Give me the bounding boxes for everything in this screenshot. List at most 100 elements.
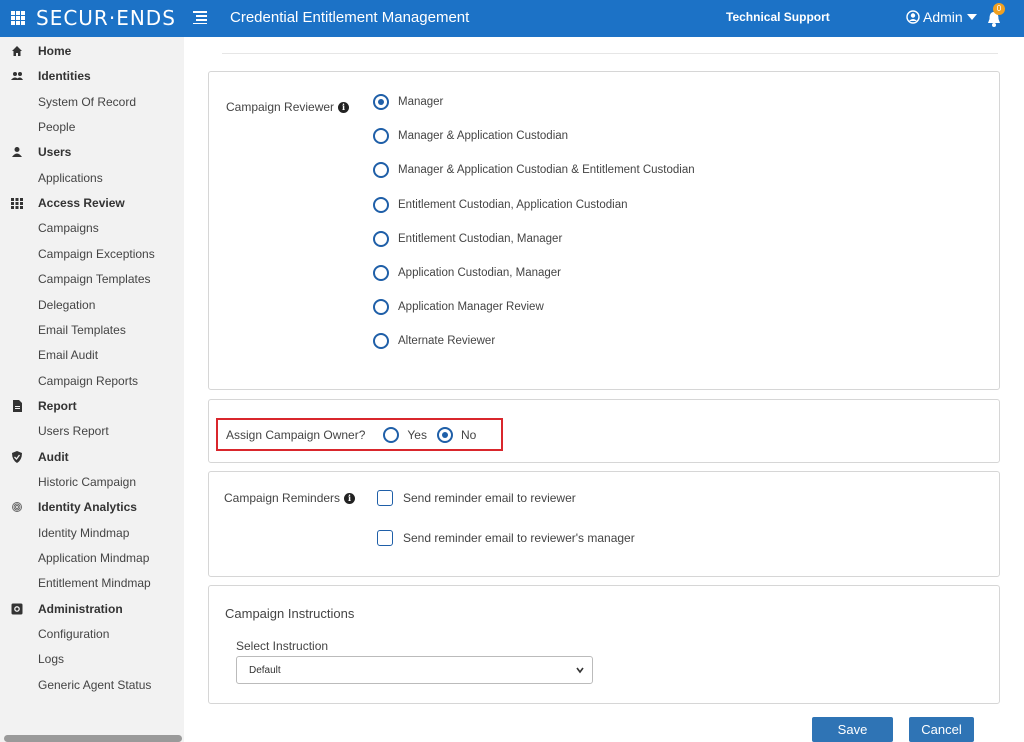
sidebar-item-label: Identity Mindmap bbox=[38, 525, 130, 540]
reminder-manager-option[interactable]: Send reminder email to reviewer's manage… bbox=[377, 530, 635, 546]
sidebar-item-report[interactable]: Report bbox=[0, 395, 184, 417]
reminder-manager-checkbox[interactable] bbox=[377, 530, 393, 546]
reviewer-option-label: Entitlement Custodian, Manager bbox=[398, 232, 563, 245]
reviewer-option[interactable]: Entitlement Custodian, Application Custo… bbox=[373, 196, 628, 213]
reviewer-radio[interactable] bbox=[373, 265, 389, 281]
owner-yes-label: Yes bbox=[407, 428, 427, 442]
sidebar-item-campaign-templates[interactable]: Campaign Templates bbox=[0, 268, 184, 290]
sidebar-item-label: Administration bbox=[38, 601, 123, 616]
menu-toggle-icon[interactable] bbox=[193, 10, 207, 24]
instruction-select[interactable]: Default bbox=[236, 656, 593, 684]
reviewer-option-label: Application Custodian, Manager bbox=[398, 267, 562, 279]
sidebar-item-label: Applications bbox=[38, 170, 103, 185]
reminder-reviewer-option[interactable]: Send reminder email to reviewer bbox=[377, 490, 576, 506]
owner-yes-radio[interactable] bbox=[383, 427, 400, 443]
assign-owner-label: Assign Campaign Owner? bbox=[226, 428, 366, 442]
sidebar-item-label: Email Audit bbox=[38, 348, 99, 363]
sidebar-item-application-mindmap[interactable]: Application Mindmap bbox=[0, 547, 184, 569]
sidebar-item-identities[interactable]: Identities bbox=[0, 65, 184, 87]
sidebar-item-campaigns[interactable]: Campaigns bbox=[0, 217, 184, 239]
sidebar-item-users[interactable]: Users bbox=[0, 141, 184, 163]
sidebar-item-label: Report bbox=[38, 398, 77, 413]
apps-grid-icon[interactable] bbox=[11, 11, 25, 25]
sidebar-item-label: Email Templates bbox=[38, 322, 126, 337]
home-icon bbox=[12, 46, 22, 56]
campaign-reviewer-label: Campaign Reviewer i bbox=[226, 100, 350, 114]
reviewer-option[interactable]: Alternate Reviewer bbox=[373, 333, 495, 350]
select-instruction-label: Select Instruction bbox=[236, 639, 329, 653]
sidebar-item-label: System Of Record bbox=[38, 94, 137, 109]
sidebar-item-label: Entitlement Mindmap bbox=[38, 576, 151, 591]
owner-no-radio[interactable] bbox=[436, 427, 453, 443]
brand-logo: SECUR·ENDS bbox=[36, 6, 176, 30]
sidebar-item-delegation[interactable]: Delegation bbox=[0, 294, 184, 316]
users-group-icon bbox=[11, 72, 23, 81]
campaign-reviewer-text: Campaign Reviewer bbox=[226, 100, 335, 114]
campaign-reminders-panel: Campaign Reminders i Send reminder email … bbox=[208, 471, 1000, 577]
sidebar-item-configuration[interactable]: Configuration bbox=[0, 623, 184, 645]
sidebar-item-label: Campaign Reports bbox=[38, 373, 139, 388]
reviewer-option-label: Manager & Application Custodian bbox=[398, 130, 569, 143]
sidebar-item-home[interactable]: Home bbox=[0, 40, 184, 62]
cancel-button[interactable]: Cancel bbox=[909, 717, 974, 742]
sidebar-item-system-of-record[interactable]: System Of Record bbox=[0, 91, 184, 113]
info-icon[interactable]: i bbox=[338, 102, 350, 114]
reviewer-radio[interactable] bbox=[373, 94, 389, 110]
sidebar-item-campaign-reports[interactable]: Campaign Reports bbox=[0, 370, 184, 392]
sidebar-item-label: Application Mindmap bbox=[38, 551, 150, 565]
reviewer-option[interactable]: Manager & Application Custodian bbox=[373, 128, 569, 145]
owner-no-option[interactable]: No bbox=[436, 427, 477, 443]
reviewer-option[interactable]: Application Manager Review bbox=[373, 299, 544, 316]
sidebar-item-audit[interactable]: Audit bbox=[0, 446, 184, 468]
sidebar-item-label: Audit bbox=[38, 449, 69, 464]
sidebar-scrollbar[interactable] bbox=[4, 735, 182, 742]
info-icon[interactable]: i bbox=[344, 493, 356, 505]
reviewer-radio[interactable] bbox=[373, 333, 389, 350]
sidebar-item-campaign-exceptions[interactable]: Campaign Exceptions bbox=[0, 243, 184, 265]
divider bbox=[222, 53, 998, 54]
sidebar-item-people[interactable]: People bbox=[0, 116, 184, 138]
technical-support-link[interactable]: Technical Support bbox=[726, 10, 830, 24]
owner-yes-option[interactable]: Yes bbox=[383, 427, 427, 443]
sidebar-item-entitlement-mindmap[interactable]: Entitlement Mindmap bbox=[0, 572, 184, 594]
sidebar-item-label: Campaign Templates bbox=[38, 272, 151, 287]
sidebar-item-access-review[interactable]: Access Review bbox=[0, 192, 184, 214]
sidebar-item-applications[interactable]: Applications bbox=[0, 167, 184, 189]
sidebar: Home Identities System Of Record People User… bbox=[0, 37, 184, 742]
reviewer-radio[interactable] bbox=[373, 196, 389, 213]
reviewer-option[interactable]: Manager bbox=[373, 94, 443, 110]
reviewer-radio[interactable] bbox=[373, 299, 389, 316]
sidebar-item-administration[interactable]: Administration bbox=[0, 598, 184, 620]
fingerprint-icon bbox=[12, 502, 22, 513]
campaign-reminders-label: Campaign Reminders i bbox=[224, 491, 356, 505]
admin-user-menu[interactable]: Admin bbox=[906, 9, 978, 25]
owner-no-label: No bbox=[460, 428, 477, 442]
sidebar-item-users-report[interactable]: Users Report bbox=[0, 420, 184, 442]
sidebar-item-label: Users bbox=[38, 145, 72, 160]
save-button[interactable]: Save bbox=[812, 717, 893, 742]
sidebar-item-label: Users Report bbox=[38, 424, 109, 439]
main-content: Campaign Reviewer i Manager Manager & Appl… bbox=[184, 37, 1024, 742]
reviewer-radio[interactable] bbox=[373, 128, 389, 145]
reminder-reviewer-checkbox[interactable] bbox=[377, 490, 393, 506]
reminder-manager-label: Send reminder email to reviewer's manage… bbox=[403, 531, 635, 545]
sidebar-item-label: People bbox=[38, 120, 76, 135]
sidebar-item-label: Configuration bbox=[38, 627, 110, 642]
reviewer-option[interactable]: Application Custodian, Manager bbox=[373, 265, 561, 281]
sidebar-item-identity-analytics[interactable]: Identity Analytics bbox=[0, 496, 184, 518]
sidebar-item-logs[interactable]: Logs bbox=[0, 648, 184, 670]
top-bar: SECUR·ENDS Credential Entitlement Manage… bbox=[0, 0, 1024, 37]
sidebar-item-email-templates[interactable]: Email Templates bbox=[0, 319, 184, 341]
sidebar-item-identity-mindmap[interactable]: Identity Mindmap bbox=[0, 522, 184, 544]
sidebar-item-label: Identity Analytics bbox=[38, 500, 137, 515]
reviewer-option[interactable]: Entitlement Custodian, Manager bbox=[373, 230, 563, 247]
sidebar-item-email-audit[interactable]: Email Audit bbox=[0, 344, 184, 366]
reviewer-option[interactable]: Manager & Application Custodian & Entitl… bbox=[373, 162, 695, 179]
sidebar-item-label: Home bbox=[38, 44, 72, 58]
sidebar-item-label: Delegation bbox=[38, 297, 96, 312]
user-icon bbox=[12, 147, 22, 158]
sidebar-item-historic-campaign[interactable]: Historic Campaign bbox=[0, 471, 184, 493]
reviewer-radio[interactable] bbox=[373, 162, 389, 179]
reviewer-radio[interactable] bbox=[373, 230, 389, 247]
sidebar-item-generic-agent-status[interactable]: Generic Agent Status bbox=[0, 674, 184, 696]
